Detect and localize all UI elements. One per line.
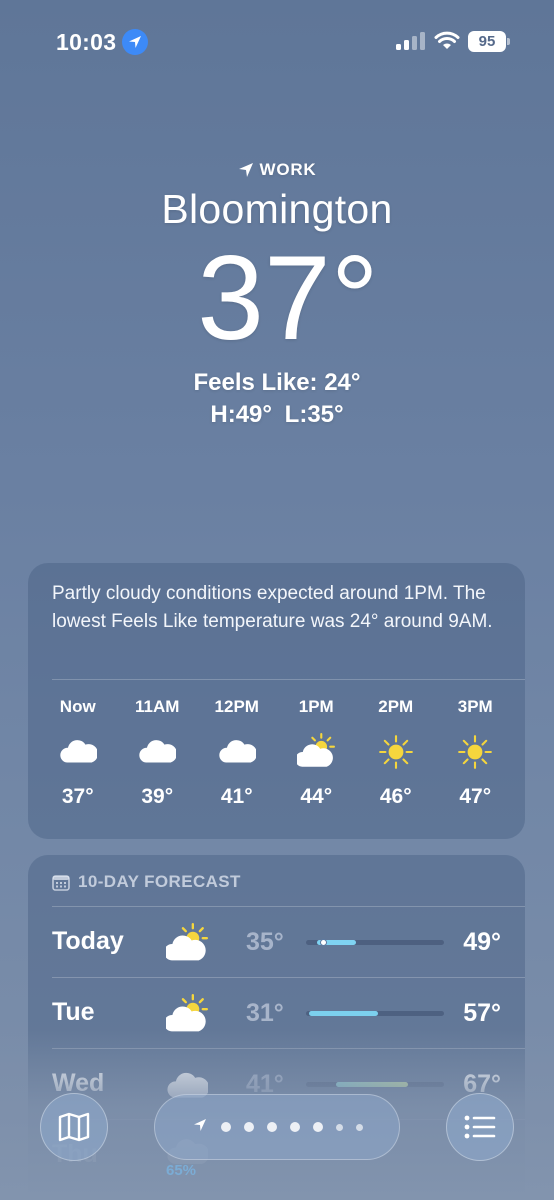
- page-dot[interactable]: [243, 1122, 254, 1132]
- hour-condition: [436, 721, 516, 783]
- page-dot[interactable]: [266, 1122, 277, 1132]
- hour-label: 2PM: [378, 697, 414, 716]
- current-temperature: 37°: [197, 231, 379, 365]
- hour-condition: [356, 721, 436, 783]
- conditions-summary: Partly cloudy conditions expected around…: [52, 583, 493, 632]
- hour-label: 11AM: [135, 697, 180, 716]
- page-dot[interactable]: [335, 1123, 343, 1131]
- hour-temperature: 37°: [61, 785, 94, 808]
- partly-sunny-icon: [297, 733, 336, 767]
- temperature-range-bar: [306, 939, 444, 946]
- feels-like: Feels Like: 24°: [193, 369, 361, 396]
- hour-label: 12PM: [214, 697, 259, 716]
- page-dot[interactable]: [289, 1122, 300, 1132]
- partly-sunny-icon: [163, 923, 208, 961]
- hour-temperature: 39°: [141, 785, 174, 808]
- day-low: 35°: [246, 928, 284, 956]
- ten-day-title: 10-DAY FORECAST: [78, 872, 241, 891]
- hour-temperature: 46°: [379, 785, 412, 808]
- hour-condition: [277, 721, 357, 783]
- cloud-icon: [139, 740, 177, 763]
- calendar-icon: [52, 874, 70, 891]
- location-label: WORK: [0, 160, 554, 180]
- hour-item: 3PM 47°: [436, 693, 516, 809]
- day-row[interactable]: Today 35° 49°: [28, 907, 525, 977]
- temperature-range-bar: [306, 1011, 444, 1016]
- current-location-arrow-icon: [192, 1117, 208, 1138]
- ten-day-header: 10-DAY FORECAST: [52, 872, 241, 892]
- hour-temperature: 47°: [459, 785, 492, 808]
- hourly-forecast-card[interactable]: Partly cloudy conditions expected around…: [28, 563, 525, 839]
- locations-list-button[interactable]: [446, 1093, 514, 1161]
- status-bar: 10:03 95: [0, 0, 554, 80]
- hour-label: 3PM: [457, 697, 493, 716]
- map-icon: [58, 1112, 90, 1142]
- sun-icon: [378, 735, 413, 769]
- divider: [52, 679, 525, 680]
- day-condition: [163, 923, 208, 970]
- hour-temperature: 44°: [300, 785, 333, 808]
- hour-label: 1PM: [298, 697, 334, 716]
- cloud-icon: [60, 740, 97, 763]
- current-conditions: WORK Bloomington 37° Feels Like: 24° H:4…: [0, 160, 554, 429]
- cloud-icon: [219, 740, 256, 763]
- location-label-text: WORK: [259, 160, 317, 179]
- hourly-list[interactable]: Now 37° 11AM 39° 12PM 41° 1PM 44° 2PM 46…: [38, 693, 515, 809]
- page-dot[interactable]: [312, 1122, 323, 1132]
- location-page-indicator[interactable]: [154, 1094, 400, 1160]
- day-high: 49°: [463, 928, 501, 956]
- wifi-icon: [434, 31, 460, 49]
- hour-condition: [197, 721, 277, 783]
- temperature-range-fill: [308, 1011, 378, 1016]
- day-low: 31°: [246, 999, 284, 1027]
- hour-item: 2PM 46°: [356, 693, 436, 809]
- hour-condition: [118, 721, 198, 783]
- map-button[interactable]: [40, 1093, 108, 1161]
- location-arrow-icon: [122, 29, 148, 55]
- battery-cap: [507, 38, 510, 45]
- day-name: Today: [52, 927, 124, 955]
- battery-indicator: 95: [468, 31, 506, 52]
- precipitation-chance: 65%: [166, 1162, 197, 1179]
- day-name: Tue: [52, 998, 95, 1026]
- hour-item: 1PM 44°: [277, 693, 357, 809]
- cellular-signal-icon: [396, 32, 426, 50]
- hour-label: Now: [59, 697, 96, 716]
- list-icon: [464, 1115, 496, 1139]
- hour-item: 12PM 41°: [197, 693, 277, 809]
- sun-icon: [458, 735, 493, 769]
- hour-item: 11AM 39°: [118, 693, 198, 809]
- status-time: 10:03: [56, 29, 117, 55]
- day-high: 57°: [463, 999, 501, 1027]
- page-dot[interactable]: [355, 1123, 363, 1131]
- high-low: H:49° L:35°: [210, 401, 344, 428]
- location-arrow-icon: [239, 163, 254, 177]
- hour-item: Now 37°: [38, 693, 118, 809]
- page-dot[interactable]: [220, 1122, 231, 1132]
- current-temperature-dot: [319, 939, 327, 946]
- hour-condition: [38, 721, 118, 783]
- hour-temperature: 41°: [220, 785, 253, 808]
- city-name: Bloomington: [161, 186, 393, 232]
